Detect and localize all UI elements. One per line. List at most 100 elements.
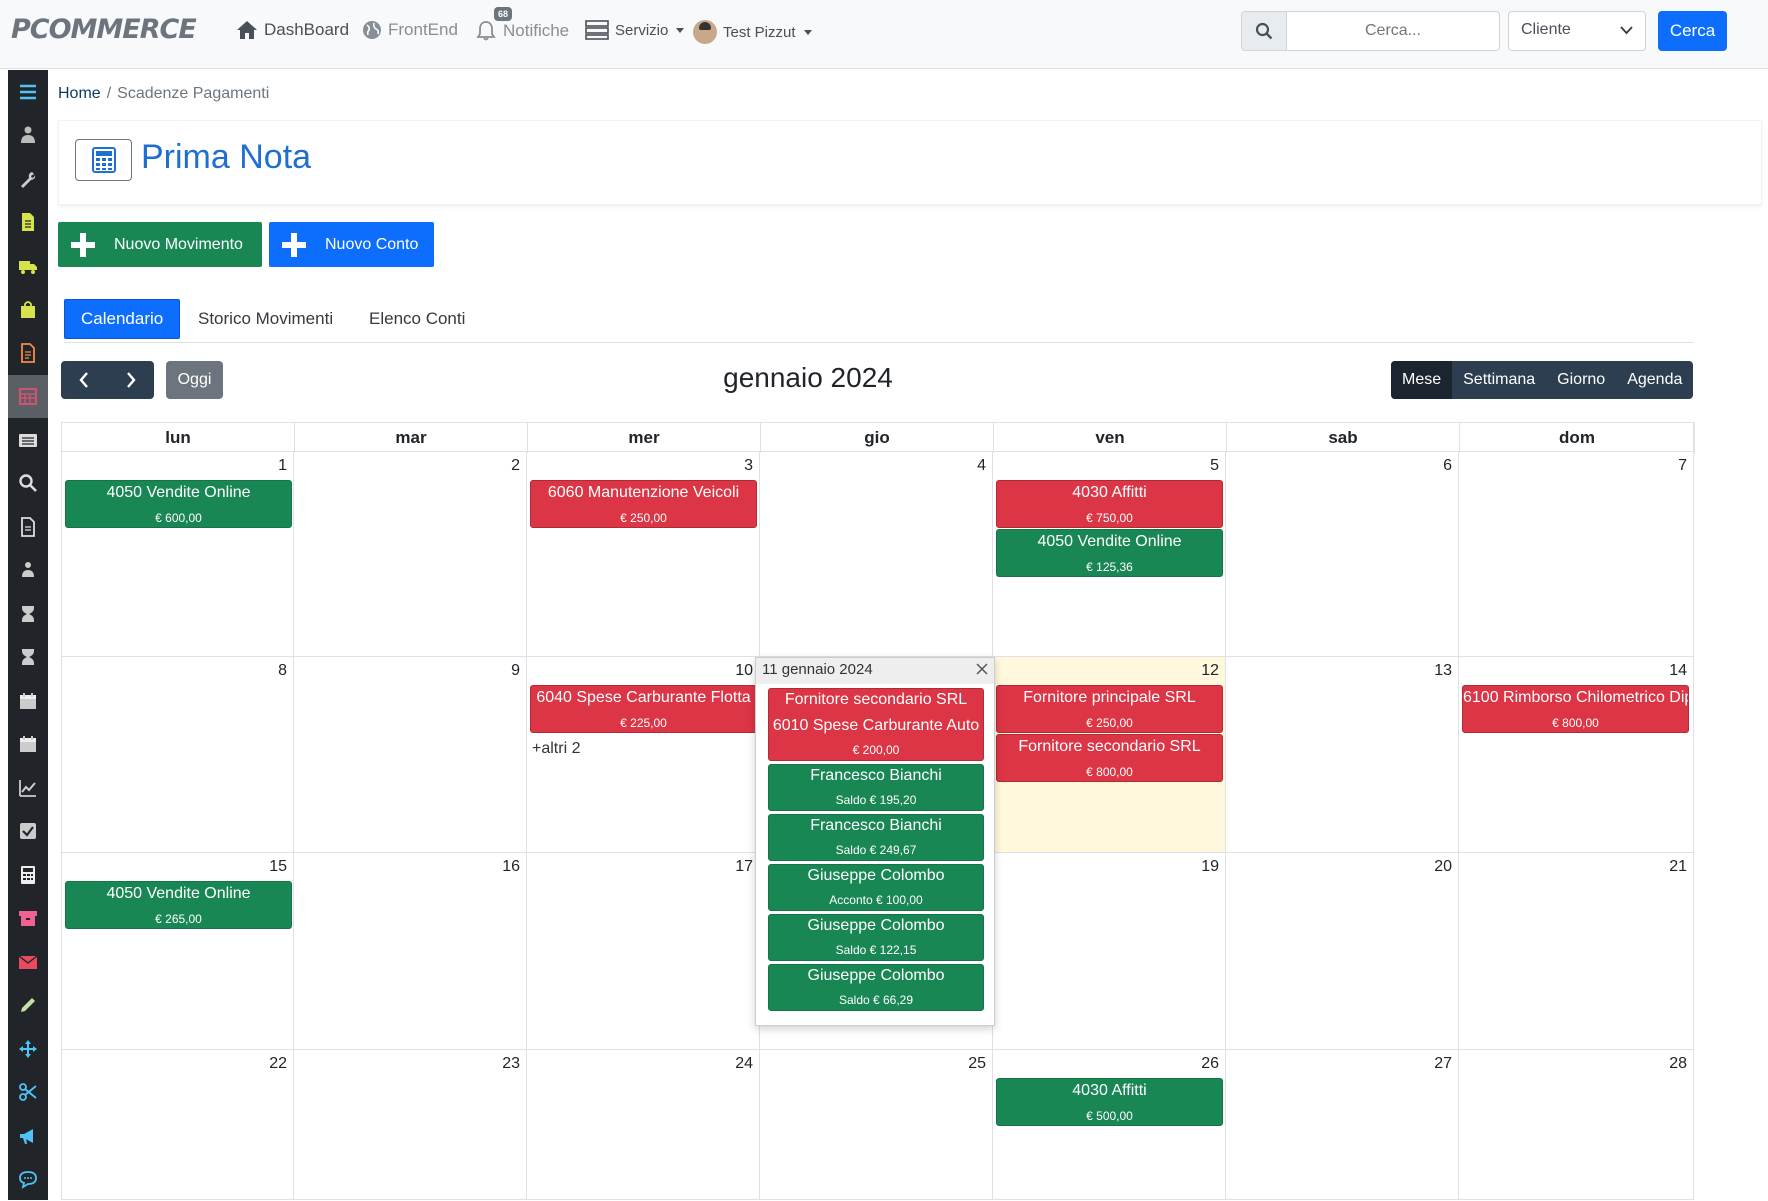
calendar-day[interactable]: 13 xyxy=(1226,657,1459,853)
today-button[interactable]: Oggi xyxy=(166,361,223,399)
calendar-event[interactable]: 4030 Affitti€ 750,00 xyxy=(996,480,1223,528)
sidebar-item-document[interactable] xyxy=(8,201,48,245)
day-number[interactable]: 1 xyxy=(278,457,287,475)
calendar-day[interactable]: 24 xyxy=(527,1050,760,1200)
calendar-day[interactable]: 17 xyxy=(527,853,760,1050)
day-number[interactable]: 14 xyxy=(1669,662,1687,680)
sidebar-item-chat[interactable] xyxy=(8,1158,48,1201)
tab-storico-movimenti[interactable]: Storico Movimenti xyxy=(198,299,333,339)
calendar-day[interactable]: 22 xyxy=(61,1050,294,1200)
sidebar-item-shopping-bag[interactable] xyxy=(8,288,48,332)
day-number[interactable]: 22 xyxy=(269,1055,287,1073)
calendar-day[interactable]: 1 4050 Vendite Online€ 600,00 xyxy=(61,452,294,657)
day-number[interactable]: 25 xyxy=(968,1055,986,1073)
sidebar-item-truck[interactable] xyxy=(8,244,48,288)
calendar-day[interactable]: 4 xyxy=(760,452,993,657)
new-movement-button[interactable]: Nuovo Movimento xyxy=(58,222,262,267)
calendar-day[interactable]: 19 xyxy=(993,853,1226,1050)
nav-dashboard[interactable]: DashBoard xyxy=(236,20,349,40)
breadcrumb-home[interactable]: Home xyxy=(58,85,101,102)
sidebar-item-file-text[interactable] xyxy=(8,331,48,375)
sidebar-item-list[interactable] xyxy=(8,418,48,462)
view-agenda-button[interactable]: Agenda xyxy=(1616,361,1693,399)
calendar-day[interactable]: 8 xyxy=(61,657,294,853)
search-input[interactable] xyxy=(1287,11,1500,51)
calendar-event[interactable]: 4030 Affitti€ 500,00 xyxy=(996,1078,1223,1126)
search-button[interactable]: Cerca xyxy=(1658,11,1727,51)
day-number[interactable]: 28 xyxy=(1669,1055,1687,1073)
day-number[interactable]: 13 xyxy=(1434,662,1452,680)
popover-event[interactable]: Giuseppe ColomboSaldo € 66,29 xyxy=(768,964,984,1011)
calendar-day[interactable]: 6 xyxy=(1226,452,1459,657)
day-number[interactable]: 16 xyxy=(502,858,520,876)
nav-servizio-dropdown[interactable]: Servizio xyxy=(585,20,684,40)
sidebar-item-users[interactable] xyxy=(8,114,48,158)
calendar-day[interactable]: 27 xyxy=(1226,1050,1459,1200)
calendar-event[interactable]: 4050 Vendite Online€ 265,00 xyxy=(65,881,292,929)
sidebar-item-chart-line[interactable] xyxy=(8,766,48,810)
day-number[interactable]: 9 xyxy=(511,662,520,680)
calendar-event[interactable]: 6040 Spese Carburante Flotta€ 225,00 xyxy=(530,685,757,733)
view-mese-button[interactable]: Mese xyxy=(1391,361,1452,399)
popover-event[interactable]: Fornitore secondario SRL6010 Spese Carbu… xyxy=(768,688,984,761)
sidebar-item-checkbox[interactable] xyxy=(8,810,48,854)
day-number[interactable]: 15 xyxy=(269,858,287,876)
calendar-event[interactable]: 4050 Vendite Online€ 600,00 xyxy=(65,480,292,528)
calendar-event[interactable]: Fornitore principale SRL€ 250,00 xyxy=(996,685,1223,733)
calendar-day[interactable]: 5 4030 Affitti€ 750,004050 Vendite Online… xyxy=(993,452,1226,657)
tab-elenco-conti[interactable]: Elenco Conti xyxy=(369,299,465,339)
sidebar-item-hourglass[interactable] xyxy=(8,592,48,636)
view-settimana-button[interactable]: Settimana xyxy=(1452,361,1546,399)
calendar-event[interactable]: 4050 Vendite Online€ 125,36 xyxy=(996,529,1223,577)
day-number[interactable]: 3 xyxy=(744,457,753,475)
day-number[interactable]: 4 xyxy=(977,457,986,475)
day-number[interactable]: 8 xyxy=(278,662,287,680)
sidebar-item-archive[interactable] xyxy=(8,897,48,941)
search-type-select[interactable]: Cliente xyxy=(1508,11,1646,51)
calendar-day[interactable]: 14 6100 Rimborso Chilometrico Dipendenti€… xyxy=(1459,657,1694,853)
calendar-day[interactable]: 12Fornitore principale SRL€ 250,00Fornit… xyxy=(993,657,1226,853)
sidebar-item-arrows[interactable] xyxy=(8,1027,48,1071)
calendar-day[interactable]: 3 6060 Manutenzione Veicoli€ 250,00 xyxy=(527,452,760,657)
more-events-link[interactable]: +altri 2 xyxy=(532,740,580,758)
calendar-day[interactable]: 25 xyxy=(760,1050,993,1200)
day-number[interactable]: 21 xyxy=(1669,858,1687,876)
calendar-day[interactable]: 9 xyxy=(294,657,527,853)
close-icon[interactable] xyxy=(976,663,988,675)
sidebar-item-scissors[interactable] xyxy=(8,1071,48,1115)
calendar-day[interactable]: 10 6040 Spese Carburante Flotta€ 225,00 +a… xyxy=(527,657,760,853)
next-month-button[interactable] xyxy=(108,361,155,399)
sidebar-item-wrench[interactable] xyxy=(8,157,48,201)
sidebar-item-calendar-grid[interactable] xyxy=(8,375,48,419)
day-number[interactable]: 7 xyxy=(1678,457,1687,475)
view-giorno-button[interactable]: Giorno xyxy=(1546,361,1616,399)
calendar-event[interactable]: 6100 Rimborso Chilometrico Dipendenti€ 8… xyxy=(1462,685,1689,733)
calendar-event[interactable]: Fornitore secondario SRL€ 800,00 xyxy=(996,734,1223,782)
calendar-day[interactable]: 7 xyxy=(1459,452,1694,657)
calendar-day[interactable]: 16 xyxy=(294,853,527,1050)
day-number[interactable]: 10 xyxy=(735,662,753,680)
day-number[interactable]: 20 xyxy=(1434,858,1452,876)
sidebar-item-file[interactable] xyxy=(8,505,48,549)
sidebar-item-user-group[interactable] xyxy=(8,549,48,593)
sidebar-item-calendar[interactable] xyxy=(8,679,48,723)
nav-notifiche[interactable]: Notifiche xyxy=(475,20,569,42)
prev-month-button[interactable] xyxy=(61,361,108,399)
calendar-day[interactable]: 21 xyxy=(1459,853,1694,1050)
day-number[interactable]: 19 xyxy=(1201,858,1219,876)
nav-user-dropdown[interactable]: Test Pizzut xyxy=(693,20,812,44)
day-number[interactable]: 5 xyxy=(1210,457,1219,475)
day-number[interactable]: 26 xyxy=(1201,1055,1219,1073)
popover-event[interactable]: Francesco BianchiSaldo € 249,67 xyxy=(768,814,984,861)
day-number[interactable]: 27 xyxy=(1434,1055,1452,1073)
popover-event[interactable]: Giuseppe ColomboAcconto € 100,00 xyxy=(768,864,984,911)
popover-event[interactable]: Francesco BianchiSaldo € 195,20 xyxy=(768,764,984,811)
sidebar-item-search[interactable] xyxy=(8,462,48,506)
day-number[interactable]: 23 xyxy=(502,1055,520,1073)
calendar-day[interactable]: 20 xyxy=(1226,853,1459,1050)
day-number[interactable]: 24 xyxy=(735,1055,753,1073)
calendar-day[interactable]: 2 xyxy=(294,452,527,657)
sidebar-item-envelope[interactable] xyxy=(8,940,48,984)
calendar-day[interactable]: 26 4030 Affitti€ 500,00 xyxy=(993,1050,1226,1200)
calendar-event[interactable]: 6060 Manutenzione Veicoli€ 250,00 xyxy=(530,480,757,528)
